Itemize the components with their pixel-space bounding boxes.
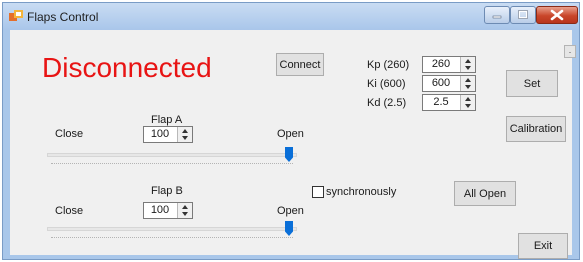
title-bar[interactable]: Flaps Control bbox=[3, 3, 579, 30]
kp-value[interactable]: 260 bbox=[423, 58, 459, 70]
flap-a-spin-buttons[interactable] bbox=[177, 127, 192, 142]
all-open-button[interactable]: All Open bbox=[454, 181, 516, 206]
maximize-button[interactable] bbox=[510, 6, 536, 24]
flap-b-slider-thumb[interactable] bbox=[285, 221, 293, 236]
kp-stepper[interactable]: 260 bbox=[422, 56, 476, 73]
flap-b-stepper[interactable]: 100 bbox=[143, 202, 193, 219]
arrow-up-icon[interactable] bbox=[182, 129, 188, 133]
close-icon bbox=[550, 9, 564, 21]
kd-spin-buttons[interactable] bbox=[460, 95, 475, 110]
flap-b-value[interactable]: 100 bbox=[144, 204, 176, 216]
kd-value[interactable]: 2.5 bbox=[423, 96, 459, 108]
kp-label: Kp (260) bbox=[367, 59, 410, 71]
flap-a-value[interactable]: 100 bbox=[144, 128, 176, 140]
ki-stepper[interactable]: 600 bbox=[422, 75, 476, 92]
flap-b-slider-track[interactable] bbox=[47, 227, 297, 231]
kp-spin-buttons[interactable] bbox=[460, 57, 475, 72]
arrow-down-icon[interactable] bbox=[465, 85, 471, 89]
set-button[interactable]: Set bbox=[506, 70, 558, 97]
flap-a-stepper[interactable]: 100 bbox=[143, 126, 193, 143]
arrow-up-icon[interactable] bbox=[465, 78, 471, 82]
flaps-control-window: Flaps Control Disconnected Connect Kp (2… bbox=[2, 2, 580, 260]
client-area: Disconnected Connect Kp (260) Ki (600) K… bbox=[10, 30, 576, 259]
arrow-up-icon[interactable] bbox=[465, 59, 471, 63]
flap-a-slider-ticks bbox=[51, 163, 293, 165]
flap-b-title: Flap B bbox=[151, 185, 183, 197]
flap-b-open-label: Open bbox=[277, 205, 304, 217]
calibration-button[interactable]: Calibration bbox=[506, 116, 566, 142]
kd-label: Kd (2.5) bbox=[367, 97, 407, 109]
synchronously-label: synchronously bbox=[326, 186, 397, 198]
flap-a-slider-track[interactable] bbox=[47, 153, 297, 157]
connect-button[interactable]: Connect bbox=[276, 53, 324, 76]
flap-b-slider-ticks bbox=[51, 237, 293, 239]
minimize-icon bbox=[492, 15, 502, 19]
app-icon bbox=[9, 10, 23, 21]
corner-button[interactable]: . bbox=[564, 45, 576, 58]
maximize-icon bbox=[518, 10, 528, 19]
arrow-down-icon[interactable] bbox=[465, 104, 471, 108]
flap-b-spin-buttons[interactable] bbox=[177, 203, 192, 218]
exit-button[interactable]: Exit bbox=[518, 233, 568, 259]
minimize-button[interactable] bbox=[484, 6, 510, 24]
flap-a-open-label: Open bbox=[277, 128, 304, 140]
arrow-up-icon[interactable] bbox=[465, 97, 471, 101]
connection-status: Disconnected bbox=[42, 52, 212, 83]
ki-value[interactable]: 600 bbox=[423, 77, 459, 89]
arrow-down-icon[interactable] bbox=[182, 212, 188, 216]
kd-stepper[interactable]: 2.5 bbox=[422, 94, 476, 111]
ki-spin-buttons[interactable] bbox=[460, 76, 475, 91]
arrow-up-icon[interactable] bbox=[182, 205, 188, 209]
flap-a-slider-thumb[interactable] bbox=[285, 147, 293, 162]
window-title: Flaps Control bbox=[27, 10, 99, 24]
close-window-button[interactable] bbox=[536, 6, 578, 24]
flap-a-close-label: Close bbox=[55, 128, 84, 140]
arrow-down-icon[interactable] bbox=[182, 136, 188, 140]
flap-b-close-label: Close bbox=[55, 205, 84, 217]
arrow-down-icon[interactable] bbox=[465, 66, 471, 70]
flap-a-title: Flap A bbox=[151, 114, 183, 126]
synchronously-checkbox[interactable] bbox=[312, 186, 324, 198]
ki-label: Ki (600) bbox=[367, 78, 406, 90]
